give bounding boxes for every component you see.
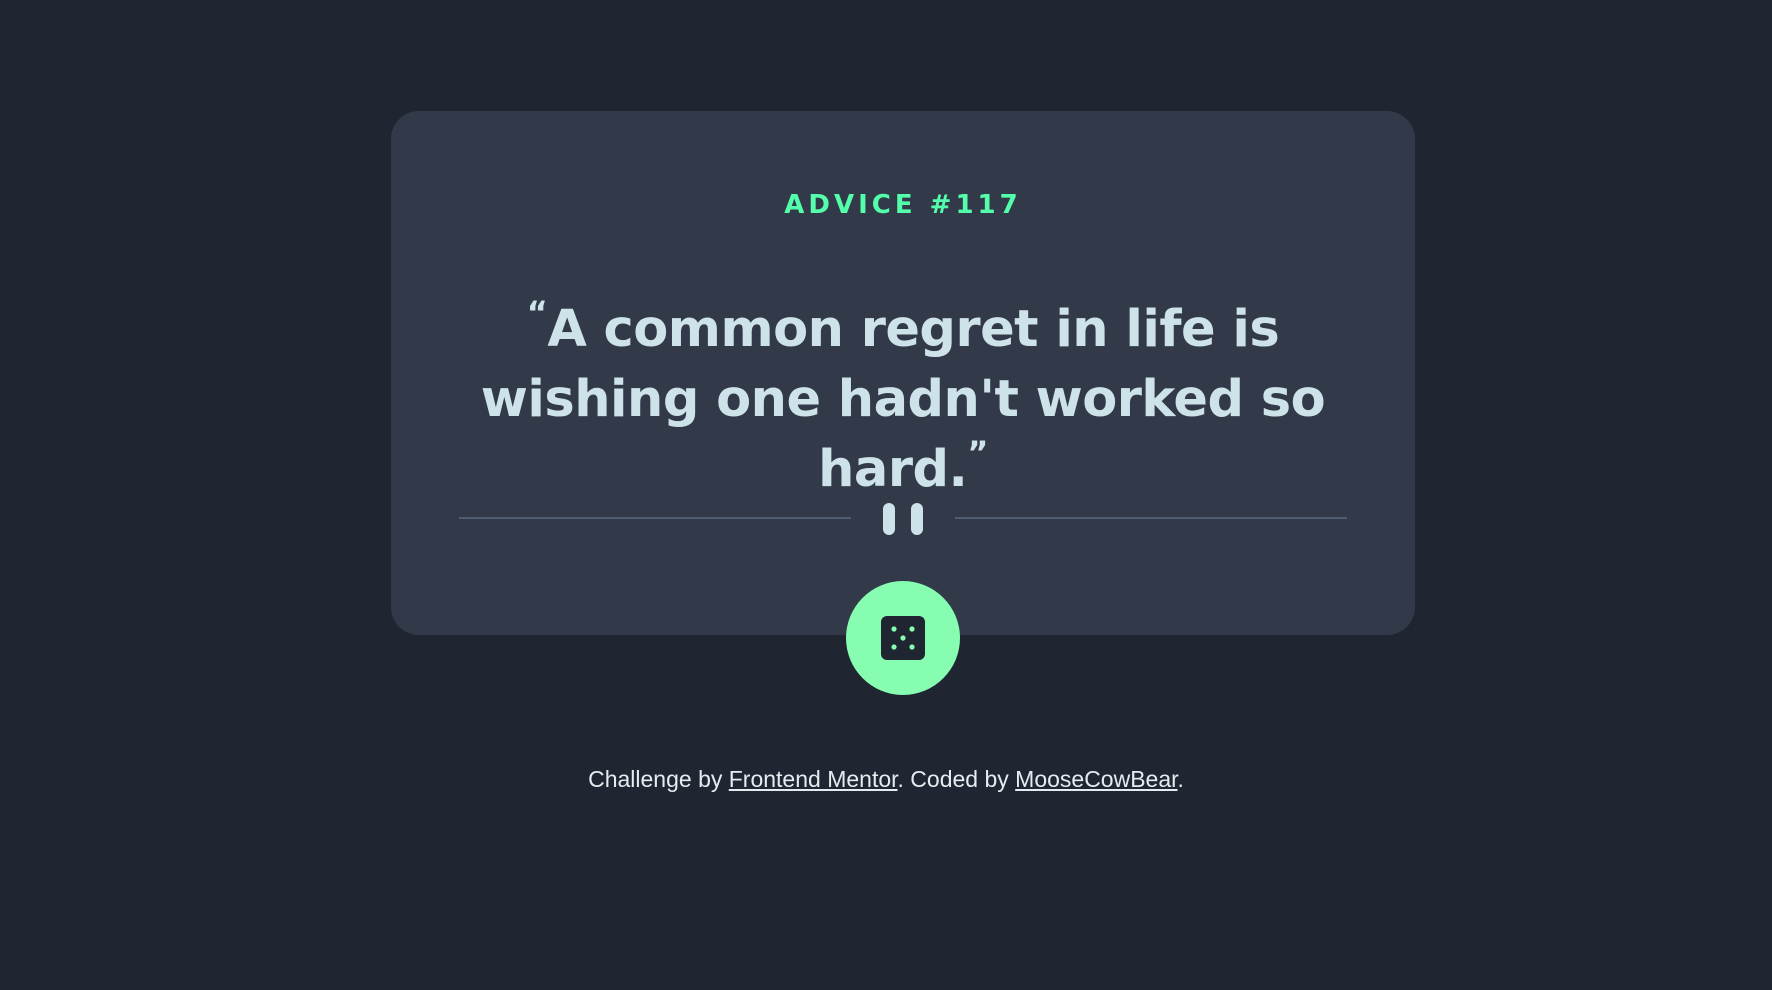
advice-text: A common regret in life is wishing one h…: [480, 300, 1326, 499]
divider: [459, 493, 1347, 543]
new-advice-button[interactable]: [846, 581, 960, 695]
divider-line-right: [955, 517, 1347, 519]
close-quote-mark: ”: [967, 434, 988, 472]
author-link[interactable]: MooseCowBear: [1015, 766, 1177, 792]
frontend-mentor-link[interactable]: Frontend Mentor: [729, 766, 898, 792]
footer-suffix: .: [1177, 766, 1184, 792]
open-quote-mark: “: [526, 294, 548, 332]
dice-icon: [881, 616, 925, 660]
footer-prefix: Challenge by: [588, 766, 729, 792]
pause-icon: [883, 503, 923, 535]
divider-line-left: [459, 517, 851, 519]
footer-middle: . Coded by: [897, 766, 1016, 792]
advice-card: ADVICE #117 “A common regret in life is …: [391, 111, 1415, 635]
attribution-footer: Challenge by Frontend Mentor. Coded by M…: [0, 763, 1772, 795]
advice-quote: “A common regret in life is wishing one …: [451, 294, 1355, 505]
advice-number: ADVICE #117: [784, 190, 1022, 220]
